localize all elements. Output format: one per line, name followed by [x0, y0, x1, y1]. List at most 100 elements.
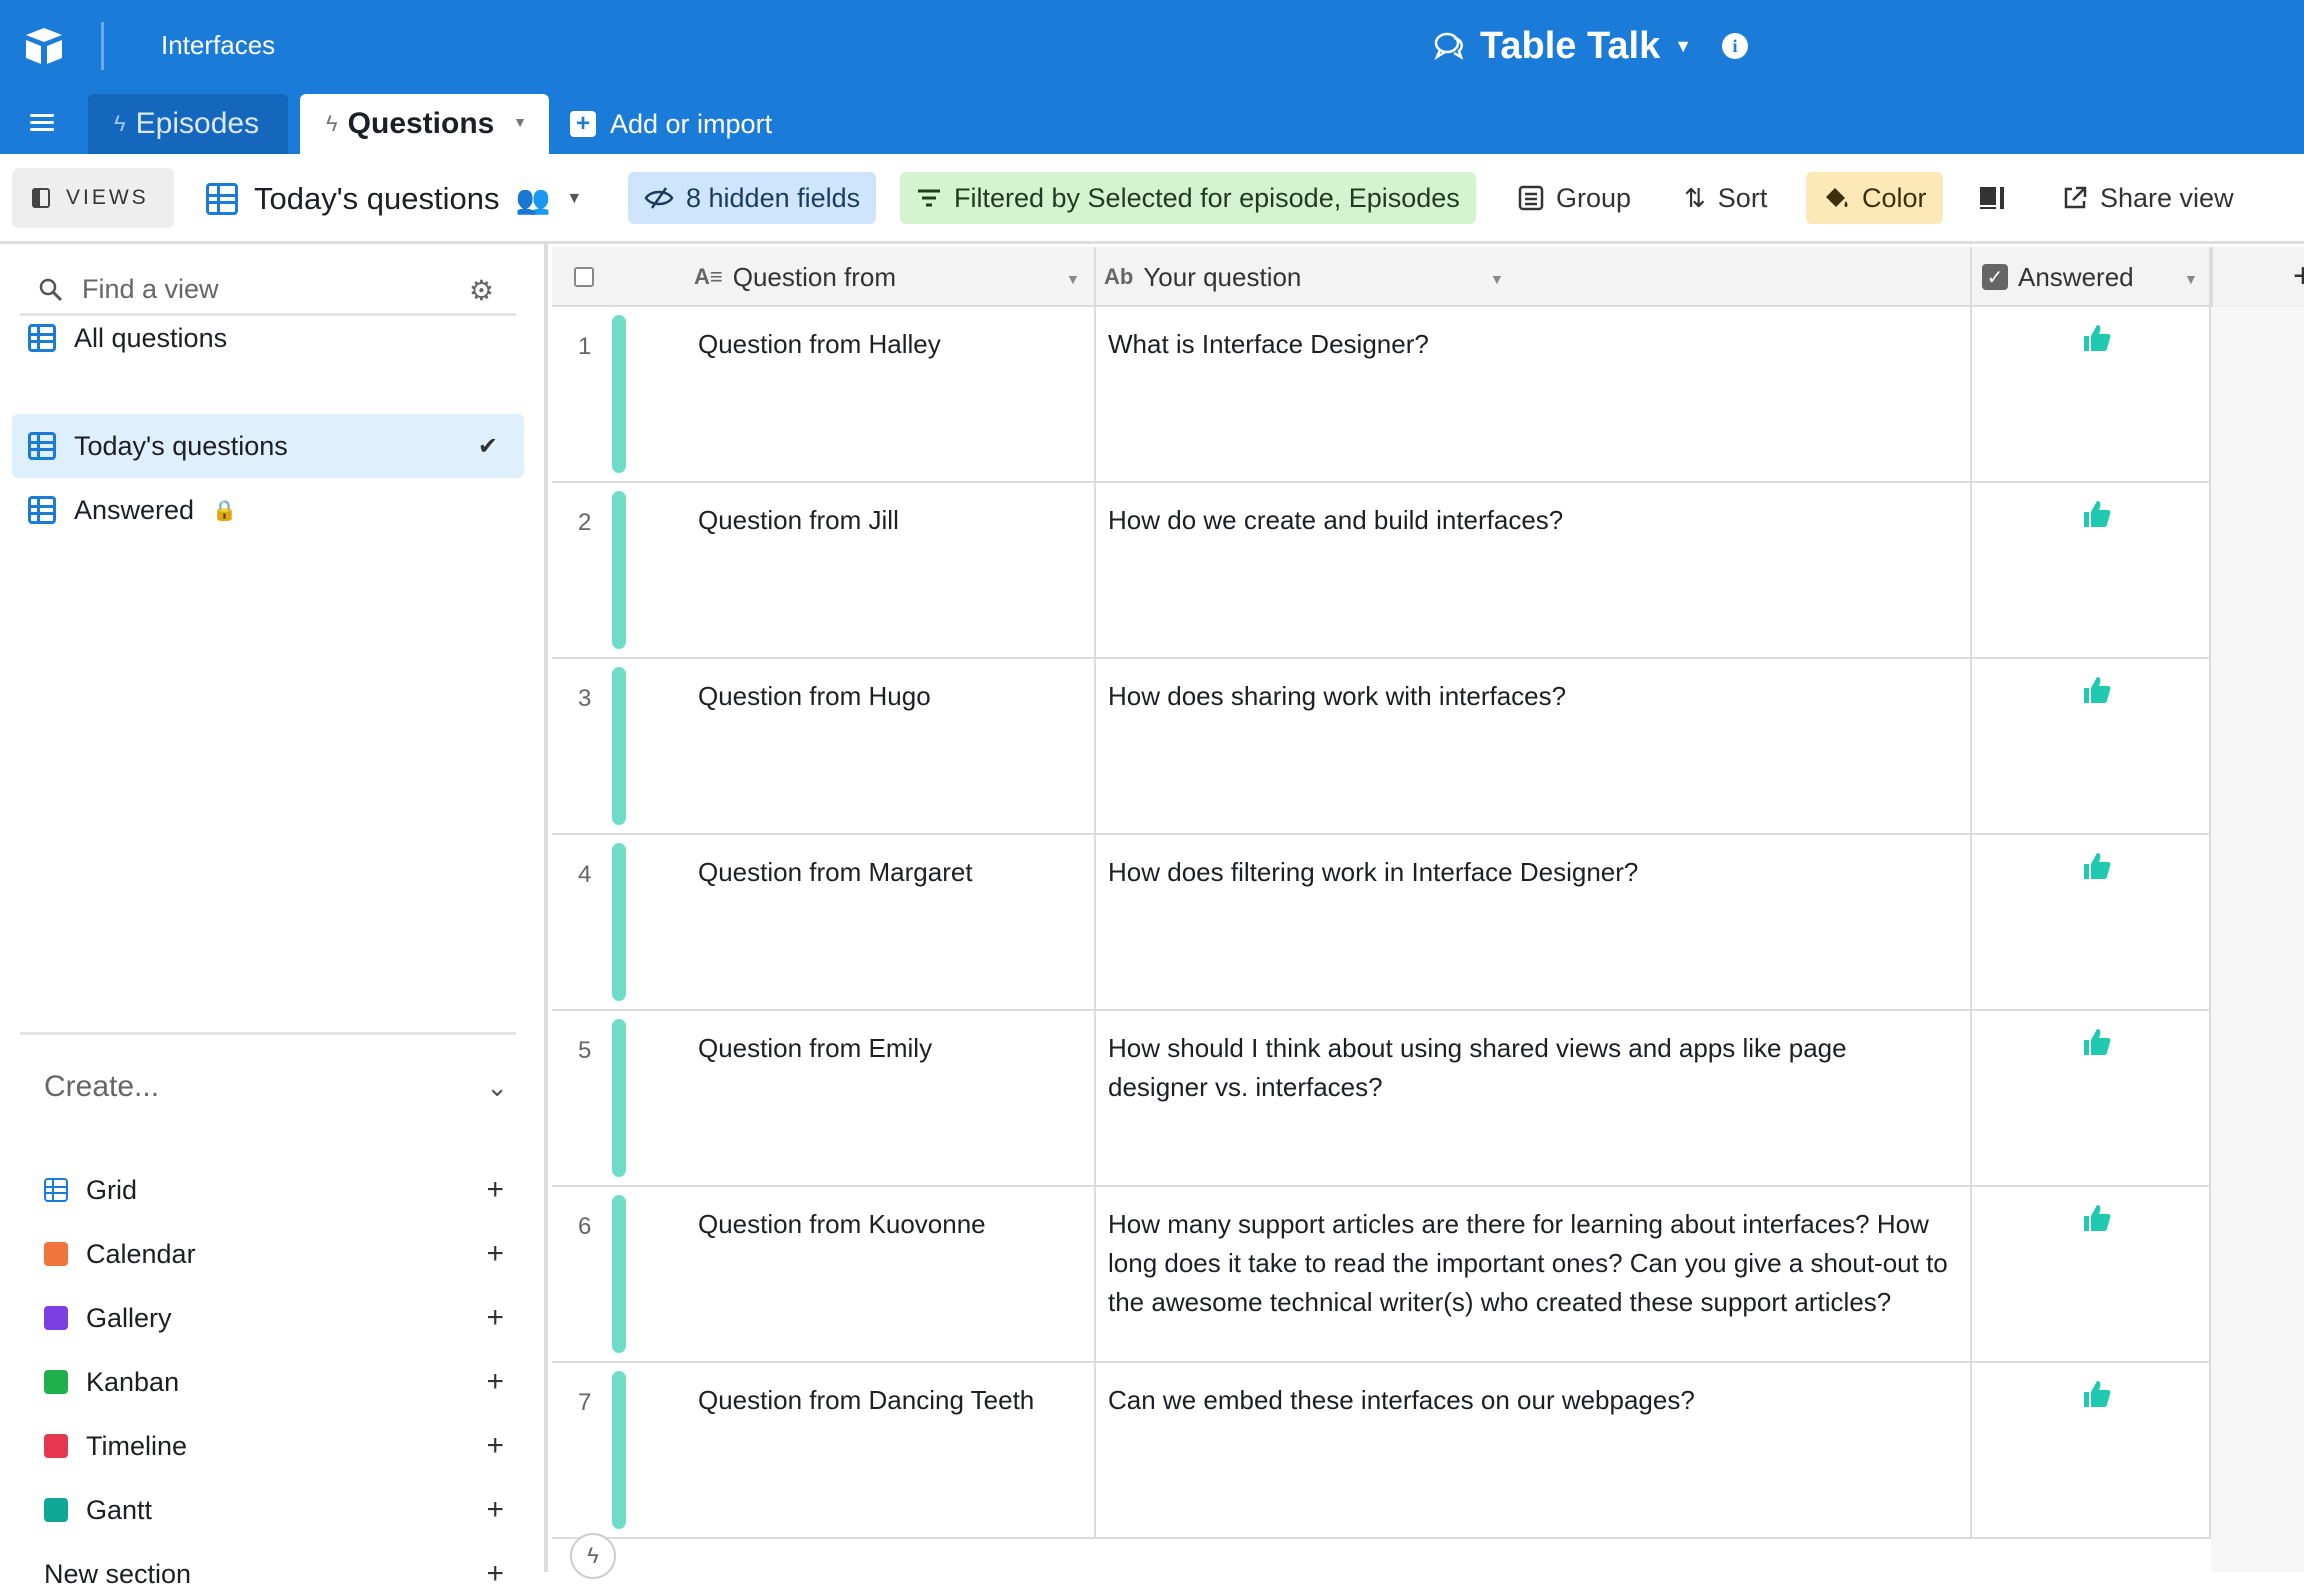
create-gantt-button[interactable]: Gantt + [44, 1490, 504, 1530]
tab-questions[interactable]: ϟ Questions ▼ [300, 94, 549, 154]
chevron-down-icon[interactable]: ⌄ [486, 1072, 508, 1103]
view-switcher[interactable]: Today's questions 👥 ▼ [206, 176, 582, 222]
column-header-your-question[interactable]: Ab Your question ▼ [1104, 247, 1924, 307]
cell-question-from[interactable]: Question from Emily [698, 1029, 1098, 1067]
create-divider [20, 1032, 516, 1035]
share-view-button[interactable]: Share view [2050, 172, 2246, 224]
views-sidebar: Find a view ⚙ All questions Today's ques… [0, 244, 548, 1590]
interfaces-link[interactable]: Interfaces [161, 30, 275, 61]
cell-your-question[interactable]: What is Interface Designer? [1108, 325, 1948, 364]
filter-button[interactable]: Filtered by Selected for episode, Episod… [900, 172, 1476, 224]
table-row[interactable]: 2 Question from Jill How do we create an… [552, 483, 2211, 659]
create-grid-button[interactable]: Grid + [44, 1170, 504, 1210]
create-timeline-button[interactable]: Timeline + [44, 1426, 504, 1466]
tab-label: Episodes [135, 107, 260, 140]
kanban-icon [44, 1370, 68, 1394]
create-item-label: Timeline [86, 1430, 188, 1461]
cell-your-question[interactable]: How does sharing work with interfaces? [1108, 677, 1948, 716]
add-field-button[interactable]: + [2211, 247, 2304, 307]
table-row[interactable]: 5 Question from Emily How should I think… [552, 1011, 2211, 1187]
gallery-icon [44, 1306, 68, 1330]
top-app-bar: Interfaces Table Talk ▼ i ϟ Episodes ϟ Q… [0, 0, 2304, 154]
thumbs-up-icon[interactable] [2080, 497, 2114, 531]
new-section-label: New section [44, 1558, 192, 1589]
create-gallery-button[interactable]: Gallery + [44, 1298, 504, 1338]
table-row[interactable]: 7 Question from Dancing Teeth Can we emb… [552, 1363, 2211, 1539]
sidebar-item-answered[interactable]: Answered 🔒 [12, 478, 524, 542]
group-button[interactable]: Group [1504, 172, 1645, 224]
app-logo-icon[interactable] [20, 22, 68, 70]
menu-icon[interactable] [30, 110, 60, 134]
long-text-field-icon: Ab [1104, 264, 1134, 289]
checkmark-icon: ✔ [477, 432, 498, 460]
table-row[interactable]: 1 Question from Halley What is Interface… [552, 307, 2211, 483]
view-item-label: Today's questions [74, 430, 288, 461]
view-item-label: Answered [74, 494, 195, 525]
cell-your-question[interactable]: How many support articles are there for … [1108, 1205, 1948, 1322]
plus-icon: + [486, 1173, 504, 1206]
chevron-down-icon[interactable]: ▼ [513, 114, 527, 130]
cell-question-from[interactable]: Question from Kuovonne [698, 1205, 1098, 1243]
sidebar-item-all-questions[interactable]: All questions [12, 306, 524, 370]
column-divider [1094, 247, 1096, 1537]
gear-icon[interactable]: ⚙ [469, 274, 494, 307]
table-row[interactable]: 4 Question from Margaret How does filter… [552, 835, 2211, 1011]
sidebar-item-todays-questions[interactable]: Today's questions ✔ [12, 414, 524, 478]
plus-icon: + [486, 1429, 504, 1462]
automation-bolt-icon[interactable]: ϟ [570, 1533, 616, 1579]
row-color-bar [612, 1371, 626, 1529]
chevron-down-icon[interactable]: ▼ [1490, 271, 1504, 287]
create-calendar-button[interactable]: Calendar + [44, 1234, 504, 1274]
create-kanban-button[interactable]: Kanban + [44, 1362, 504, 1402]
view-item-label: All questions [74, 322, 228, 353]
chevron-down-icon: ▼ [566, 190, 583, 207]
share-view-label: Share view [2100, 182, 2234, 213]
cell-your-question[interactable]: How does filtering work in Interface Des… [1108, 853, 1948, 892]
sort-button[interactable]: ⇅ Sort [1670, 172, 1781, 224]
row-number: 6 [578, 1213, 592, 1240]
column-header-answered[interactable]: ✓ Answered ▼ [1982, 247, 2211, 307]
thumbs-up-icon[interactable] [2080, 673, 2114, 707]
cell-question-from[interactable]: Question from Dancing Teeth [698, 1381, 1098, 1419]
cell-question-from[interactable]: Question from Margaret [698, 853, 1098, 891]
chevron-down-icon[interactable]: ▼ [2184, 271, 2198, 287]
plus-icon: + [486, 1365, 504, 1398]
cell-question-from[interactable]: Question from Jill [698, 501, 1098, 539]
thumbs-up-icon[interactable] [2080, 1377, 2114, 1411]
timeline-icon [44, 1434, 68, 1458]
tab-episodes[interactable]: ϟ Episodes [88, 94, 288, 154]
cell-your-question[interactable]: Can we embed these interfaces on our web… [1108, 1381, 1948, 1420]
sidebar-toggle-icon [32, 188, 50, 208]
color-label: Color [1862, 182, 1927, 213]
thumbs-up-icon[interactable] [2080, 321, 2114, 355]
column-header-question-from[interactable]: A≡ Question from ▼ [694, 247, 1094, 307]
info-icon[interactable]: i [1722, 33, 1749, 59]
thumbs-up-icon[interactable] [2080, 849, 2114, 883]
thumbs-up-icon[interactable] [2080, 1201, 2114, 1235]
long-text-field-icon: A≡ [694, 264, 723, 289]
table-row[interactable]: 6 Question from Kuovonne How many suppor… [552, 1187, 2211, 1363]
color-button[interactable]: Color [1806, 172, 1943, 224]
cell-your-question[interactable]: How should I think about using shared vi… [1108, 1029, 1948, 1107]
create-item-label: Gallery [86, 1302, 172, 1333]
base-title-button[interactable]: Table Talk ▼ i [1432, 20, 1749, 72]
new-section-button[interactable]: New section + [44, 1554, 504, 1594]
cell-your-question[interactable]: How do we create and build interfaces? [1108, 501, 1948, 540]
group-label: Group [1556, 182, 1632, 213]
chevron-down-icon[interactable]: ▼ [1066, 271, 1080, 287]
thumbs-up-icon[interactable] [2080, 1025, 2114, 1059]
views-toggle-button[interactable]: VIEWS [12, 168, 174, 228]
grid-view-icon [44, 1178, 68, 1202]
base-title: Table Talk [1480, 24, 1661, 67]
table-row[interactable]: 3 Question from Hugo How does sharing wo… [552, 659, 2211, 835]
cell-question-from[interactable]: Question from Hugo [698, 677, 1098, 715]
lock-icon: 🔒 [212, 499, 237, 522]
select-all-checkbox[interactable] [574, 247, 594, 307]
row-color-bar [612, 667, 626, 825]
row-color-bar [612, 1195, 626, 1353]
add-or-import-button[interactable]: + Add or import [570, 104, 772, 144]
cell-question-from[interactable]: Question from Halley [698, 325, 1098, 363]
hidden-fields-button[interactable]: 8 hidden fields [628, 172, 877, 224]
row-height-button[interactable] [1966, 172, 2018, 224]
search-icon [39, 278, 63, 301]
